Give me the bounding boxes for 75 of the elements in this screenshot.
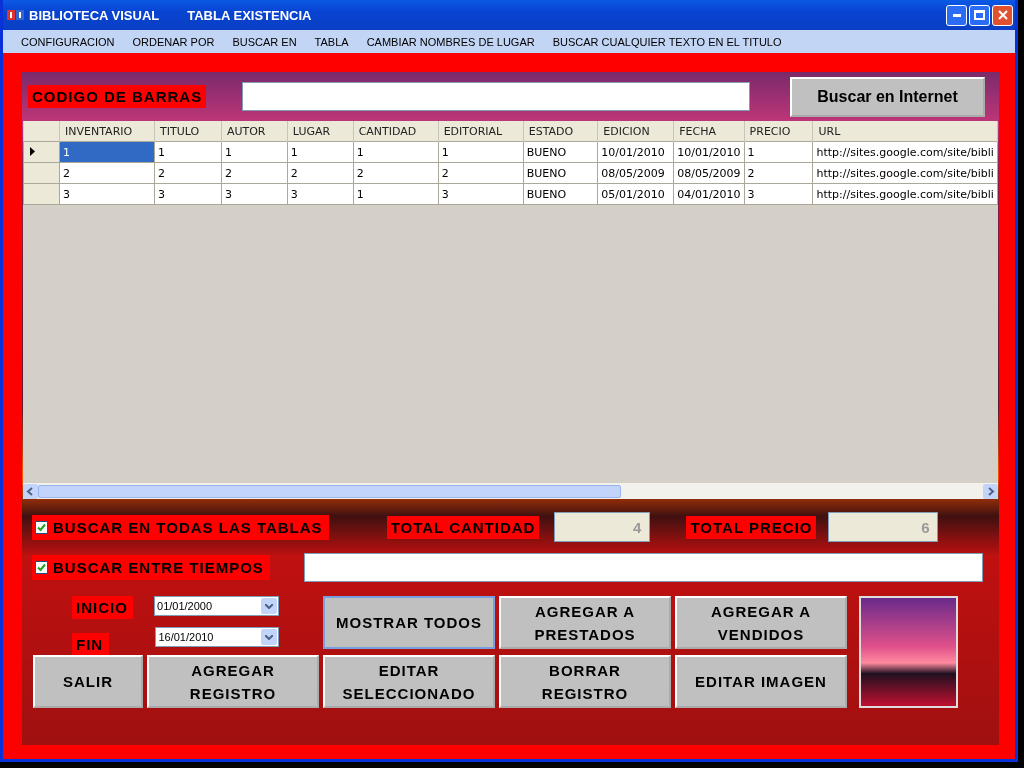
caret-icon <box>265 634 273 640</box>
checkbox-option[interactable]: BUSCAR ENTRE TIEMPOS <box>32 554 270 580</box>
search-internet-button[interactable]: Buscar en Internet <box>790 76 985 117</box>
barcode-field[interactable] <box>242 82 751 111</box>
maximize-button[interactable] <box>969 4 990 26</box>
dropdown-button[interactable] <box>261 598 277 614</box>
row-header[interactable] <box>23 141 60 163</box>
menu-item[interactable]: CAMBIAR NOMBRES DE LUGAR <box>366 35 544 48</box>
action-button[interactable]: BORRAR REGISTRO <box>499 655 671 708</box>
app-logo-icon <box>7 9 25 21</box>
barcode-label: CODIGO DE BARRAS <box>28 85 207 108</box>
table-cell: 1 <box>744 141 813 163</box>
close-button[interactable] <box>992 4 1013 26</box>
total-label: TOTAL CANTIDAD <box>386 515 540 539</box>
row-header-corner <box>23 121 60 142</box>
column-header[interactable]: LUGAR <box>287 121 354 142</box>
search-field[interactable] <box>303 552 983 582</box>
column-header[interactable]: AUTOR <box>221 121 288 142</box>
scroll-right-icon <box>983 483 998 499</box>
column-header[interactable]: URL <box>812 121 998 142</box>
caret-icon <box>265 603 273 609</box>
exit-button[interactable]: SALIR <box>33 655 143 708</box>
table-cell: 10/01/2010 <box>673 141 745 163</box>
table-cell: 1 <box>154 141 222 163</box>
maximize-icon <box>974 10 985 20</box>
action-button[interactable]: EDITAR IMAGEN <box>675 655 847 708</box>
date-label: INICIO <box>72 596 134 619</box>
table-cell: http://sites.google.com/site/bibli <box>812 141 998 163</box>
action-button[interactable]: AGREGAR A VENDIDOS <box>675 596 847 649</box>
total-field: 4 <box>554 512 651 542</box>
checkbox[interactable] <box>35 560 48 574</box>
minimize-button[interactable] <box>946 4 967 26</box>
table-cell: BUENO <box>523 141 598 163</box>
checkbox-label: BUSCAR EN TODAS LAS TABLAS <box>53 518 323 536</box>
scroll-left-icon <box>23 483 38 499</box>
action-button[interactable]: AGREGAR A PRESTADOS <box>499 596 671 649</box>
action-button[interactable]: EDITAR SELECCIONADO <box>323 655 495 708</box>
window-subtitle: TABLA EXISTENCIA <box>187 7 312 23</box>
checkbox-label: BUSCAR ENTRE TIEMPOS <box>53 558 264 576</box>
table-cell: 1 <box>287 141 354 163</box>
checkbox[interactable] <box>35 520 48 534</box>
column-header[interactable]: EDITORIAL <box>438 121 524 142</box>
minimize-icon <box>952 13 961 17</box>
dropdown-button[interactable] <box>261 629 277 645</box>
table-cell: 1 <box>59 141 155 163</box>
menu-item[interactable]: TABLA <box>314 35 358 48</box>
action-button[interactable]: AGREGAR REGISTRO <box>147 655 319 708</box>
checkmark-icon <box>37 562 46 572</box>
window-title: BIBLIOTECA VISUAL <box>29 7 160 23</box>
table-cell: 1 <box>438 141 524 163</box>
scrollbar-thumb[interactable] <box>38 484 621 498</box>
table-cell: 1 <box>353 141 439 163</box>
total-label: TOTAL PRECIO <box>686 515 817 539</box>
menu-item[interactable]: CONFIGURACION <box>21 35 124 48</box>
column-header[interactable]: CANTIDAD <box>353 121 439 142</box>
horizontal-scrollbar[interactable] <box>23 483 998 499</box>
table-cell: 1 <box>221 141 288 163</box>
column-header[interactable]: INVENTARIO <box>59 121 155 142</box>
menu-item[interactable]: BUSCAR EN <box>232 35 306 48</box>
checkbox-option[interactable]: BUSCAR EN TODAS LAS TABLAS <box>32 514 329 540</box>
column-header[interactable]: FECHA <box>673 121 745 142</box>
total-field: 6 <box>828 512 939 542</box>
checkmark-icon <box>37 522 46 532</box>
date-label: FIN <box>72 633 110 656</box>
date-picker[interactable]: 16/01/2010 <box>155 627 279 647</box>
column-header[interactable]: TITULO <box>154 121 222 142</box>
table-cell: 10/01/2010 <box>597 141 674 163</box>
menu-item[interactable]: BUSCAR CUALQUIER TEXTO EN EL TITULO <box>552 35 791 48</box>
close-icon <box>997 10 1008 20</box>
menu-item[interactable]: ORDENAR POR <box>132 35 224 48</box>
date-picker[interactable]: 01/01/2000 <box>154 596 279 616</box>
column-header[interactable]: ESTADO <box>523 121 598 142</box>
column-header[interactable]: EDICION <box>597 121 674 142</box>
action-button[interactable]: MOSTRAR TODOS <box>323 596 495 649</box>
column-header[interactable]: PRECIO <box>744 121 813 142</box>
